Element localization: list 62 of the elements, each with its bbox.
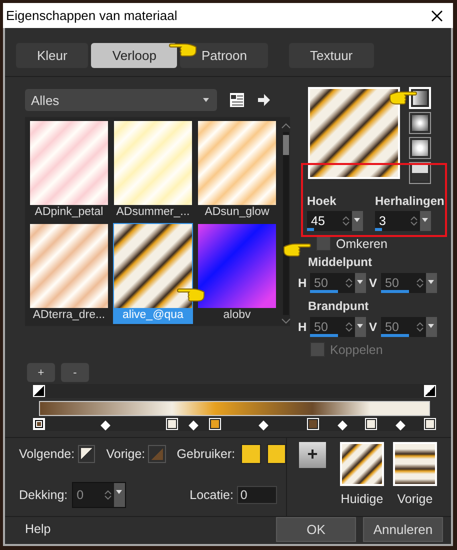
gradient-preview[interactable] <box>308 87 400 180</box>
repeats-spinner[interactable]: 3 <box>375 211 431 232</box>
opacity-stop-handle[interactable] <box>424 385 436 398</box>
gradient-style-button[interactable] <box>409 112 431 134</box>
preview-label: Vorige <box>397 492 433 506</box>
color-stop-handle[interactable] <box>166 418 178 430</box>
gradient-preview <box>393 442 437 486</box>
close-icon[interactable] <box>431 10 443 22</box>
tab[interactable]: Textuur <box>289 43 374 68</box>
stepper-arrows-icon[interactable] <box>410 215 418 228</box>
field-label: Hoek <box>307 194 338 208</box>
field-label: Herhalingen <box>375 194 444 208</box>
dialog-button[interactable]: OK <box>276 516 356 542</box>
gradient-style-button[interactable] <box>409 137 431 160</box>
preview-label: Huidige <box>340 492 384 506</box>
field-label: Vorige: <box>106 446 146 461</box>
tab[interactable]: Verloop <box>91 43 178 68</box>
field-label: H <box>298 320 307 334</box>
next-color-swatch[interactable] <box>78 444 96 463</box>
dialog-button[interactable]: Annuleren <box>363 516 443 542</box>
color-swatch[interactable] <box>266 444 286 464</box>
gradient-style-button[interactable] <box>409 162 431 184</box>
opacity-stop-handle[interactable] <box>33 385 45 398</box>
list-icon[interactable] <box>229 92 245 108</box>
stop-button[interactable]: - <box>61 363 89 382</box>
arrow-right-icon[interactable] <box>257 93 271 108</box>
scrollbar[interactable] <box>283 132 289 316</box>
gradient-preview <box>340 442 384 486</box>
tab[interactable]: Patroon <box>180 43 268 68</box>
field-label: Dekking: <box>19 488 68 502</box>
section-label: Brandpunt <box>308 299 370 314</box>
window-title: Eigenschappen van materiaal <box>6 8 178 24</box>
field-label: Locatie: <box>190 488 234 502</box>
stop-button[interactable]: + <box>27 363 55 382</box>
color-stop-handle[interactable] <box>306 418 319 430</box>
section-label: Middelpunt <box>308 255 373 270</box>
angle-spinner[interactable]: 45 <box>307 211 363 232</box>
tab[interactable]: Kleur <box>16 43 88 68</box>
gradient-bar[interactable] <box>39 401 430 416</box>
stepper-arrows-icon[interactable] <box>342 215 350 228</box>
color-swatch[interactable] <box>241 444 261 464</box>
color-stop-track[interactable] <box>33 417 436 432</box>
field-label: Gebruiker: <box>176 446 236 461</box>
field-label: V <box>369 320 378 334</box>
field-label: H <box>298 276 307 290</box>
add-button[interactable]: + <box>299 442 326 468</box>
color-stop-handle[interactable] <box>208 418 221 430</box>
checkbox-label: Koppelen <box>330 342 383 357</box>
color-stop-handle[interactable] <box>424 418 436 430</box>
checkbox-label: Omkeren <box>336 236 388 251</box>
opacity-stop-track[interactable] <box>33 384 436 398</box>
invert-checkbox[interactable] <box>316 236 331 252</box>
previous-color-swatch[interactable] <box>148 444 166 463</box>
help-link[interactable]: Help <box>25 522 269 536</box>
location-field[interactable]: 0 <box>237 486 278 504</box>
color-stop-handle[interactable] <box>33 418 45 430</box>
scroll-up-icon[interactable] <box>281 123 291 130</box>
field-label: Volgende: <box>19 446 75 461</box>
color-stop-handle[interactable] <box>365 418 378 430</box>
category-dropdown[interactable]: Alles <box>25 89 217 112</box>
scroll-down-icon[interactable] <box>281 318 291 324</box>
field-label: V <box>369 276 378 290</box>
